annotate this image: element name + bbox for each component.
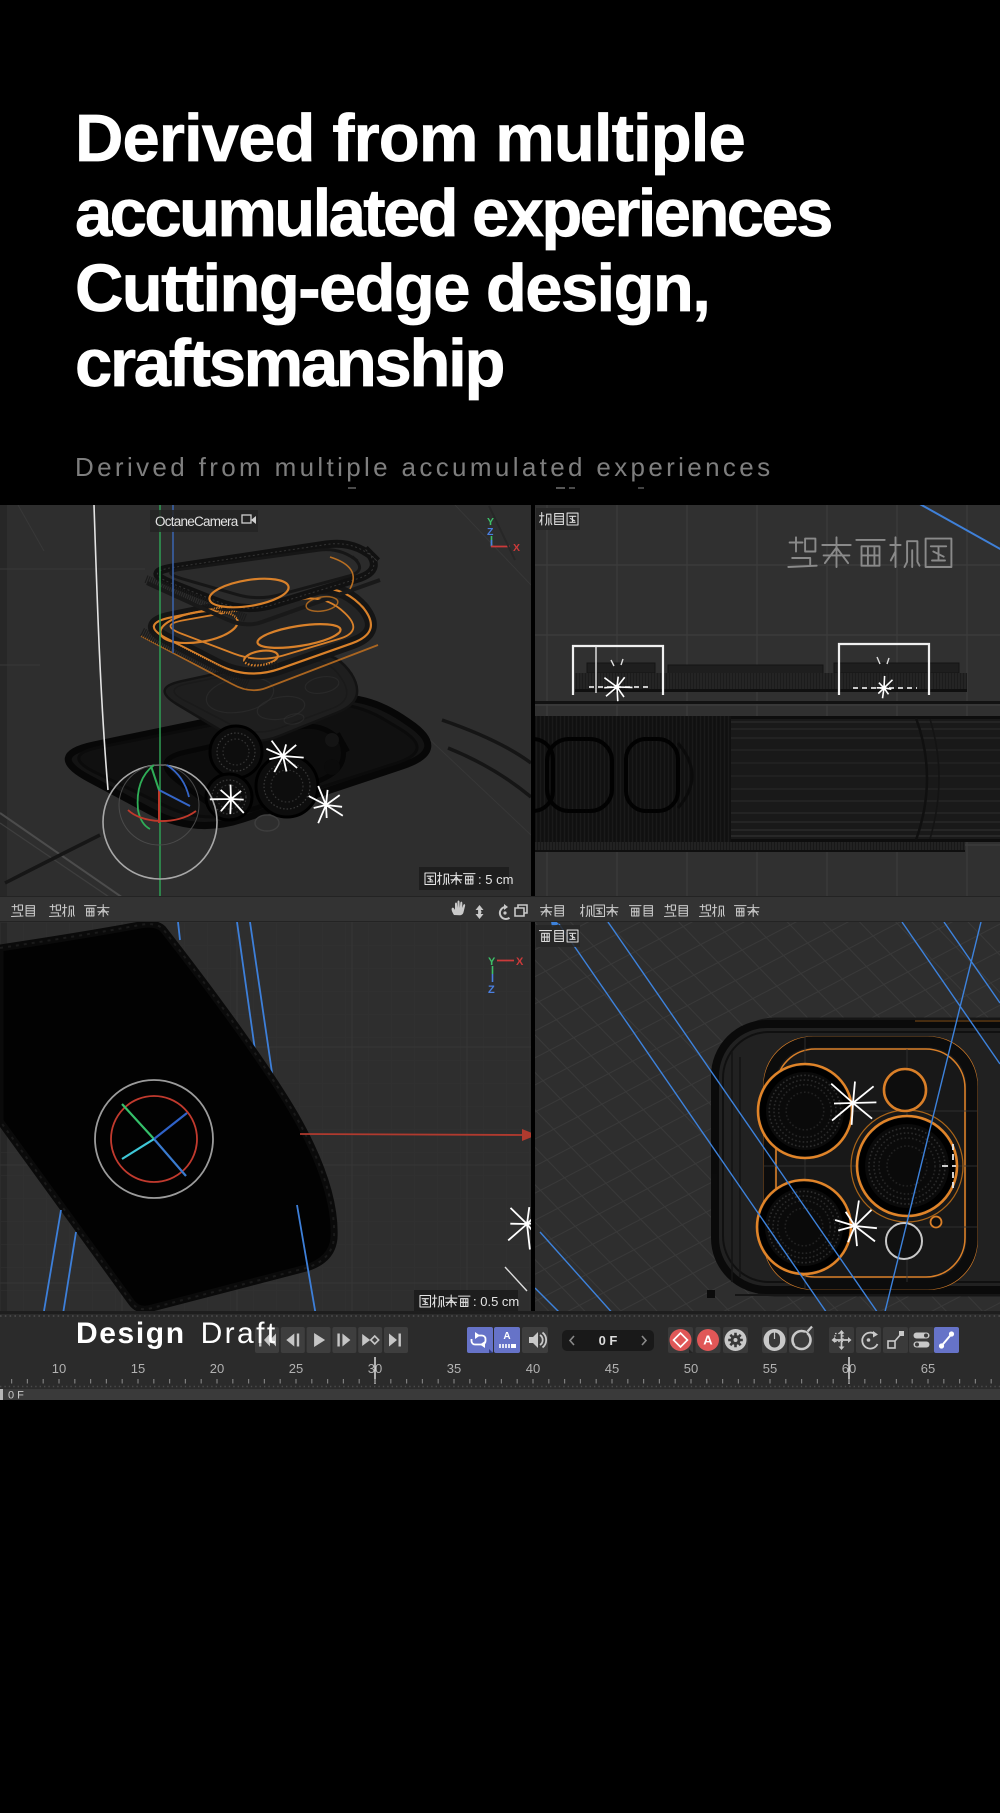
svg-text:25: 25 <box>289 1361 303 1376</box>
svg-text:15: 15 <box>131 1361 145 1376</box>
svg-text:: 5 cm: : 5 cm <box>478 872 513 887</box>
svg-text:: 0.5 cm: : 0.5 cm <box>473 1294 519 1309</box>
svg-text:50: 50 <box>684 1361 698 1376</box>
svg-text:40: 40 <box>526 1361 540 1376</box>
svg-text:20: 20 <box>210 1361 224 1376</box>
svg-text:10: 10 <box>52 1361 66 1376</box>
svg-text:45: 45 <box>605 1361 619 1376</box>
svg-text:65: 65 <box>921 1361 935 1376</box>
svg-text:0 F: 0 F <box>8 1390 24 1401</box>
svg-text:A: A <box>703 1333 713 1348</box>
svg-text:0 F: 0 F <box>599 1333 618 1348</box>
svg-text:X: X <box>516 956 524 968</box>
svg-text:Z: Z <box>488 984 495 996</box>
svg-text:35: 35 <box>447 1361 461 1376</box>
svg-text:55: 55 <box>763 1361 777 1376</box>
svg-text:OctaneCamera: OctaneCamera <box>155 514 239 529</box>
svg-text:Z: Z <box>487 526 494 538</box>
svg-text:A: A <box>503 1331 510 1342</box>
svg-text:X: X <box>513 542 520 554</box>
